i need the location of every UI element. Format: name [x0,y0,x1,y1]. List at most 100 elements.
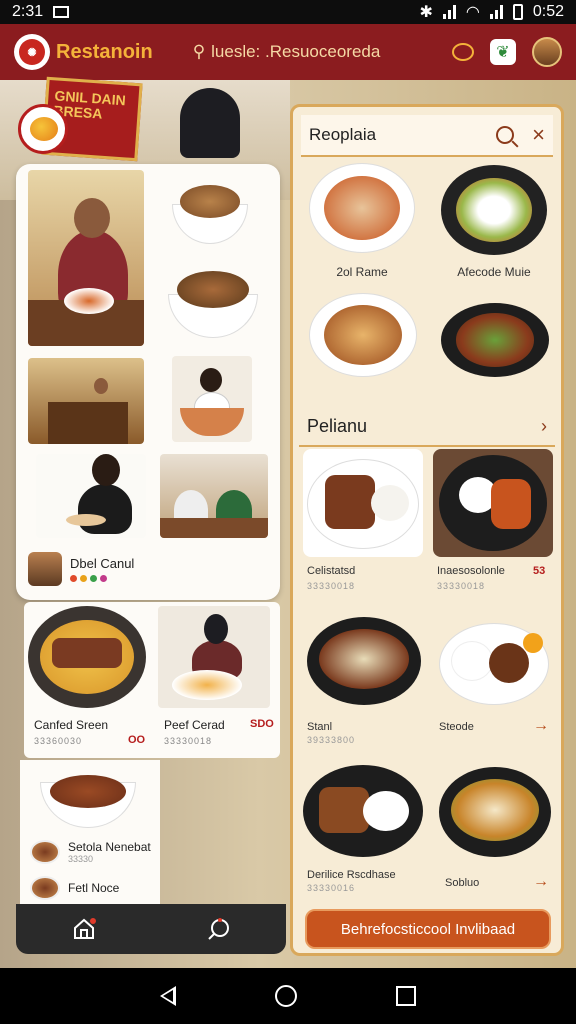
logo-emblem-icon: ✺ [19,39,45,65]
tile-tag: 53 [533,565,546,577]
dish-subtitle: 33330018 [164,736,213,746]
panel-title: Reoplaia [309,125,377,144]
dish-tag: SDO [250,718,274,730]
feed-card[interactable]: Dbel Canul [16,164,280,600]
recipe-image[interactable] [309,293,417,377]
arrow-right-icon[interactable]: → [533,873,549,891]
signal-icon [442,5,456,19]
signal-icon-2 [489,5,503,19]
list-thumb [30,840,60,864]
plate [66,514,106,526]
rice [363,791,409,831]
recipe-tile[interactable] [303,759,423,859]
search-icon[interactable] [496,126,515,144]
tile-subtitle: 39333800 [307,735,356,745]
fish-curry [324,304,402,366]
recipes-panel: Reoplaia × 2ol Rame Afecode Muie Pelianu… [290,104,564,956]
search-icon: ⚲ [192,42,206,61]
list-item-title: Fetl Noce [68,881,120,895]
tables [48,402,128,444]
table [160,518,268,538]
explore-tab-icon[interactable] [206,916,232,942]
recipe-image[interactable] [309,163,415,253]
fruit-badge[interactable] [18,104,68,154]
tile-caption: Celistatsd [307,565,356,577]
notification-icon [53,6,70,18]
egg [523,633,543,653]
dish [64,288,114,314]
chevron-right-icon[interactable]: › [541,416,547,437]
dish-cards: Canfed Sreen 33360030 OO Peef Cerad 3333… [24,602,280,758]
tile-subtitle: 33330018 [307,581,356,591]
tile-caption: Sobluo [445,877,480,889]
home-tab-icon[interactable] [71,916,97,942]
diner-photo-1[interactable] [28,170,144,346]
salad [451,779,539,841]
tile-caption: Steode [439,721,474,733]
bluetooth-icon: ✱ [419,4,433,21]
dish-title: Canfed Sreen [34,718,109,732]
recipe-tile[interactable] [303,449,423,557]
user-row[interactable]: Dbel Canul [28,552,134,586]
profile-avatar[interactable] [532,37,562,67]
rice-plate [455,177,533,243]
close-icon[interactable]: × [532,124,545,146]
rice [451,641,493,681]
tile-caption: Stanl [307,721,333,733]
diner-head [92,454,120,486]
soup-bowl-photo[interactable] [40,762,136,828]
recipe-image[interactable] [441,165,547,255]
diner-photo-2[interactable] [36,454,146,538]
user-avatar[interactable] [28,552,62,586]
recipe-image[interactable] [441,303,549,377]
stew-bowl-photo[interactable] [172,178,248,244]
tile-subtitle: 33330016 [307,883,356,893]
dish-tag: OO [128,734,146,746]
recipe-tile[interactable] [439,763,551,859]
recent-apps-icon[interactable] [396,986,417,1006]
serving-bowl [180,408,244,436]
beef-bowl-photo[interactable] [168,264,258,338]
search-bar[interactable]: ⚲ luesle: .Resuoceoreda [193,42,381,62]
server-photo[interactable] [158,606,270,708]
noodles [319,629,409,689]
restaurant-interior-photo[interactable] [28,358,144,444]
recipe-tile[interactable] [433,449,553,557]
rating-dots [70,575,134,582]
cta-button[interactable]: Behrefocsticcool Invlibaad [305,909,551,949]
rice [371,485,409,521]
section-header[interactable]: Pelianu › [299,407,555,447]
recipe-tile[interactable] [439,613,549,709]
recipe-caption: Afecode Muie [457,265,531,279]
app-logo[interactable]: ✺ [14,34,50,70]
list-item-sub: 33330 [68,854,94,864]
list-item[interactable]: Fetl Noce [30,876,119,900]
cook-photo[interactable] [172,356,252,442]
bottom-tab-bar [16,904,286,954]
status-clock-right: 0:52 [532,3,564,20]
feed-panel: Dbel Canul Canfed Sreen 33360030 OO Peef… [16,164,280,904]
home-icon[interactable] [274,985,297,1007]
dish-title: Peef Cerad [164,718,225,732]
dish-subtitle: 33360030 [34,736,83,746]
chat-icon[interactable] [452,43,474,61]
group-diners-photo[interactable] [160,454,268,538]
arrow-right-icon[interactable]: → [533,717,549,735]
recipe-tile[interactable] [307,613,421,709]
status-time: 2:31 [12,3,44,20]
recipe-caption: 2ol Rame [336,265,388,279]
back-icon[interactable] [159,986,176,1006]
diner-head [74,198,110,238]
battery-icon [512,4,523,20]
fried-fish [491,479,531,529]
grilled-meat-pan-photo[interactable] [28,606,146,708]
stir-fry [456,313,534,367]
tile-caption: Inaesosolonle [437,565,505,577]
brand-name: Restanoin [56,40,153,63]
search-text: luesle: .Resuoceoreda [211,42,381,61]
food [179,184,241,218]
diner-figure [78,484,132,534]
curry-meat [489,643,529,683]
leaf-icon[interactable]: ❦ [490,39,516,65]
list-item[interactable]: Setola Nenebat 33330 [30,840,151,864]
